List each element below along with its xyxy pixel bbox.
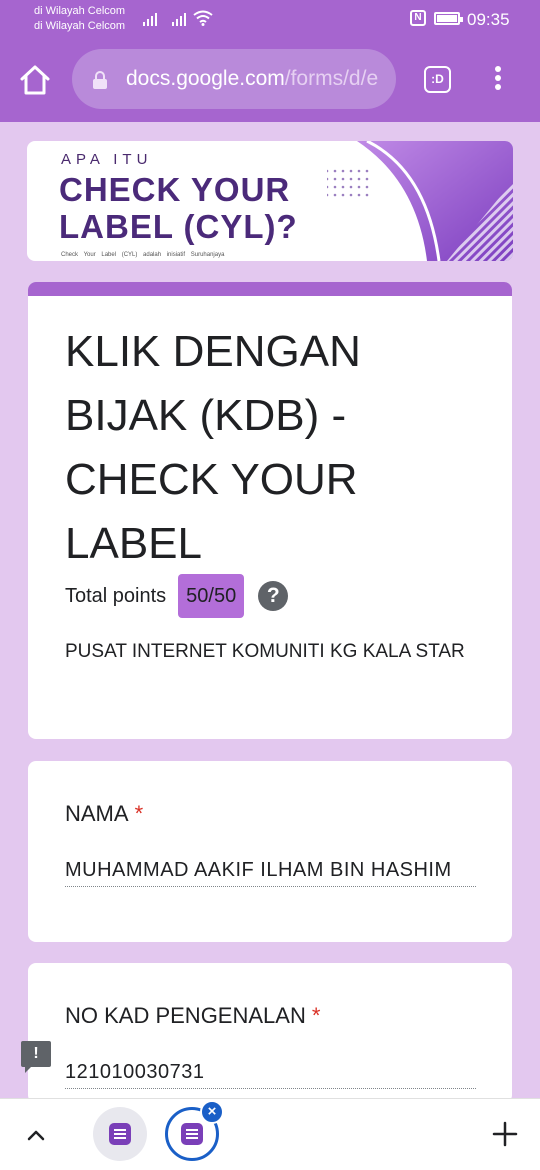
carrier-line-1: di Wilayah Celcom (34, 5, 126, 17)
banner-title-line-1: CHECK YOUR (59, 171, 291, 208)
answer-field-nama[interactable]: MUHAMMAD AAKIF ILHAM BIN HASHIM (65, 859, 476, 887)
accent-stripe (28, 282, 512, 296)
browser-toolbar: docs.google.com/forms/d/e :D (0, 38, 540, 122)
nfc-icon: N (410, 10, 426, 26)
banner-decoration (327, 141, 513, 261)
form-description: PUSAT INTERNET KOMUNITI KG KALA STAR (65, 641, 465, 662)
question-card-nama: NAMA * MUHAMMAD AAKIF ILHAM BIN HASHIM (28, 761, 512, 942)
overflow-menu-icon[interactable] (491, 66, 505, 94)
address-bar[interactable]: docs.google.com/forms/d/e (72, 49, 396, 109)
carrier-line-2: di Wilayah Celcom (34, 20, 126, 32)
question-card-no-kad: NO KAD PENGENALAN * 121010030731 (28, 963, 512, 1103)
forms-favicon (181, 1123, 203, 1145)
form-title-card: KLIK DENGAN BIJAK (KDB) - CHECK YOUR LAB… (28, 282, 512, 739)
banner-title-line-2: LABEL (CYL)? (59, 208, 298, 245)
tab-switcher-button[interactable]: :D (424, 66, 451, 93)
url-path: /forms/d/e (284, 67, 379, 90)
status-bar: di Wilayah Celcom di Wilayah Celcom N 09… (0, 0, 540, 38)
tab-thumbnail-1[interactable] (93, 1107, 147, 1161)
url-host: docs.google.com (126, 67, 285, 90)
close-icon[interactable]: × (200, 1100, 224, 1124)
form-header-image: APA ITU CHECK YOUR LABEL (CYL)? Check Yo… (27, 141, 513, 261)
plus-icon[interactable] (492, 1121, 518, 1147)
question-label: NO KAD PENGENALAN * (65, 1003, 320, 1029)
points-label: Total points (65, 584, 167, 607)
bottom-tab-bar: × (0, 1098, 540, 1170)
question-title: NAMA (65, 801, 129, 826)
help-icon[interactable]: ? (258, 581, 289, 611)
form-title: KLIK DENGAN BIJAK (KDB) - CHECK YOUR LAB… (65, 327, 361, 568)
banner-caption: Check Your Label (CYL) adalah inisiatif … (61, 252, 225, 258)
signal-1-icon (143, 12, 157, 26)
battery-icon (434, 12, 463, 25)
banner-subtitle: APA ITU (61, 151, 153, 168)
clock: 09:35 (467, 10, 510, 29)
points-badge: 50/50 (178, 574, 245, 618)
question-label: NAMA * (65, 801, 143, 827)
home-icon[interactable] (18, 63, 52, 97)
total-points-row: Total points 50/50 ? (65, 574, 289, 618)
required-asterisk: * (134, 801, 144, 826)
forms-favicon (109, 1123, 131, 1145)
answer-field-no-kad[interactable]: 121010030731 (65, 1061, 476, 1089)
carrier-info: di Wilayah Celcom di Wilayah Celcom (34, 4, 125, 34)
url-text[interactable]: docs.google.com/forms/d/e (126, 67, 390, 91)
report-abuse-icon[interactable]: ! (21, 1041, 51, 1073)
tab-thumbnail-active[interactable]: × (165, 1100, 224, 1161)
signal-2-icon (172, 12, 186, 26)
required-asterisk: * (311, 1003, 321, 1028)
wifi-icon (193, 10, 213, 26)
question-title: NO KAD PENGENALAN (65, 1003, 306, 1028)
lock-icon (93, 71, 107, 89)
chevron-up-icon[interactable] (24, 1123, 48, 1147)
